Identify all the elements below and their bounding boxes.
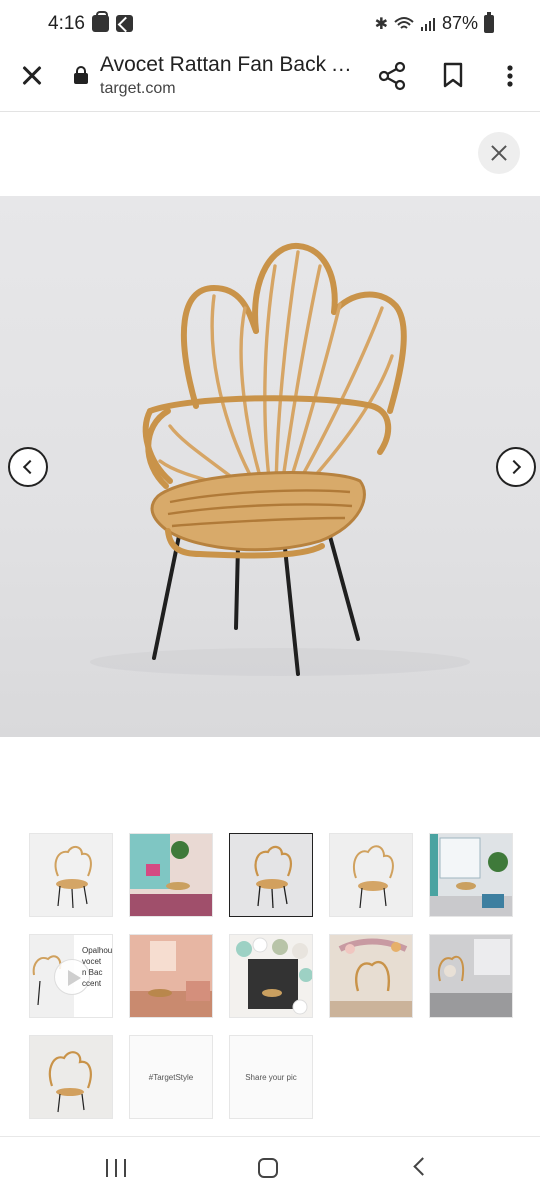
video-caption: Opalhou vocet n Bac ccent	[82, 946, 113, 988]
close-icon[interactable]	[18, 62, 46, 90]
thumbnail-2[interactable]	[129, 833, 213, 917]
lifestyle-thumb-image	[130, 834, 212, 916]
page-url: target.com	[100, 80, 176, 97]
chair-thumb-image	[230, 834, 312, 916]
thumbnail-8[interactable]	[229, 934, 313, 1018]
battery-icon	[484, 11, 494, 33]
target-style-label: #TargetStyle	[130, 1036, 212, 1118]
thumbnail-grid: Opalhou vocet n Bac ccent #TargetStyle S…	[29, 833, 513, 1119]
bookmark-icon[interactable]	[442, 62, 464, 88]
custom-tab-toolbar: Avocet Rattan Fan Back Accent Chair targ…	[0, 48, 540, 112]
status-bar: 4:16 ✱ 87%	[0, 0, 540, 48]
previous-image-button[interactable]	[8, 447, 48, 487]
recents-icon[interactable]	[106, 1159, 128, 1177]
thumbnail-10[interactable]	[429, 934, 513, 1018]
thumbnail-7[interactable]	[129, 934, 213, 1018]
thumbnail-target-style[interactable]: #TargetStyle	[129, 1035, 213, 1119]
lifestyle-thumb-image	[330, 935, 412, 1017]
system-navigation-bar	[0, 1137, 540, 1200]
chevron-left-icon	[22, 459, 38, 475]
lifestyle-thumb-image	[430, 935, 512, 1017]
shopping-bag-icon	[92, 11, 109, 32]
thumbnail-4[interactable]	[329, 833, 413, 917]
back-icon[interactable]	[413, 1157, 432, 1176]
chevron-right-icon	[506, 459, 522, 475]
main-product-image	[0, 196, 540, 737]
thumbnail-11[interactable]	[29, 1035, 113, 1119]
thumbnail-6-video[interactable]: Opalhou vocet n Bac ccent	[29, 934, 113, 1018]
home-icon[interactable]	[258, 1158, 278, 1178]
rattan-chair-image	[90, 242, 470, 676]
thumbnail-share-your-pic[interactable]: Share your pic	[229, 1035, 313, 1119]
lifestyle-thumb-image	[130, 935, 212, 1017]
close-gallery-button[interactable]	[478, 132, 520, 174]
lifestyle-thumb-image	[230, 935, 312, 1017]
wifi-icon	[394, 16, 414, 29]
status-notification-icons	[92, 11, 133, 32]
page-title: Avocet Rattan Fan Back Accent Chair	[100, 53, 355, 76]
lifestyle-thumb-image	[430, 834, 512, 916]
thumbnail-9[interactable]	[329, 934, 413, 1018]
status-system-icons: ✱ 87%	[374, 11, 494, 34]
lock-icon[interactable]	[74, 66, 88, 84]
thumbnail-3-selected[interactable]	[229, 833, 313, 917]
next-image-button[interactable]	[496, 447, 536, 487]
battery-percent: 87%	[441, 13, 478, 33]
more-vert-icon[interactable]	[498, 60, 522, 92]
share-your-pic-label: Share your pic	[230, 1036, 312, 1118]
app-icon	[116, 15, 133, 32]
chair-thumb-image	[30, 834, 112, 916]
thumbnail-5[interactable]	[429, 833, 513, 917]
signal-icon	[420, 17, 435, 31]
lifestyle-thumb-image	[30, 1036, 112, 1118]
chair-thumb-image	[330, 834, 412, 916]
status-time: 4:16	[48, 13, 85, 34]
bluetooth-icon: ✱	[374, 15, 388, 33]
share-icon[interactable]	[376, 60, 408, 92]
thumbnail-1[interactable]	[29, 833, 113, 917]
